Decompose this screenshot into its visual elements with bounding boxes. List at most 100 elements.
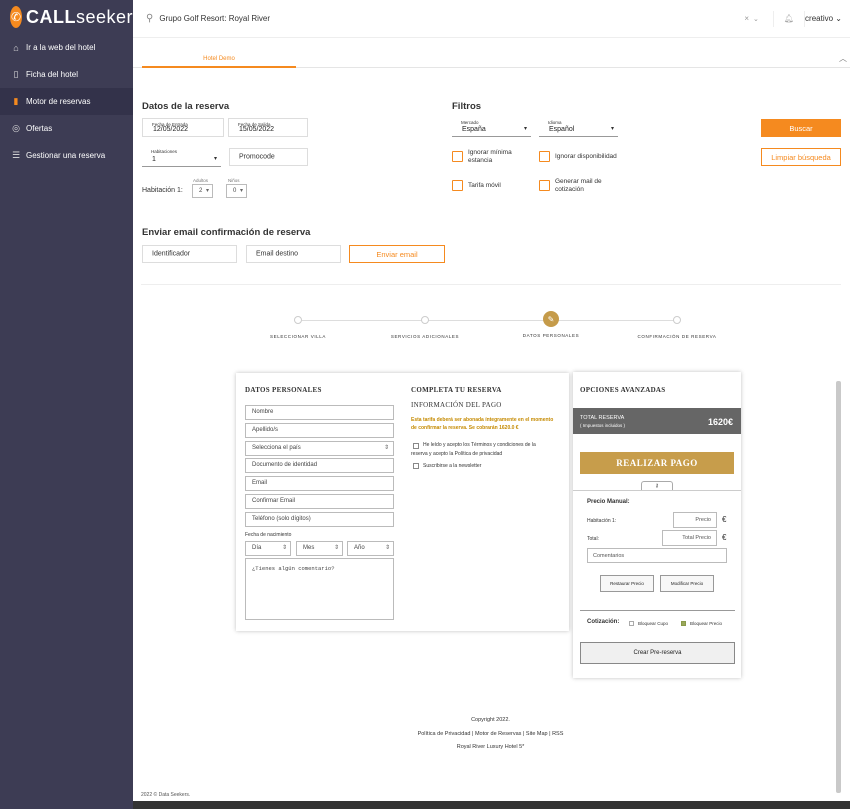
logo[interactable]: ✆ CALLseeker: [0, 0, 133, 34]
section-divider: [141, 284, 841, 285]
chevron-down-icon: ▾: [523, 126, 527, 132]
make-payment-button[interactable]: REALIZAR PAGO: [580, 452, 734, 474]
topbar: ⚲ Grupo Golf Resort: Royal River × ⌄ 🔔︎ …: [133, 0, 850, 38]
sort-arrows-icon: ⇕: [281, 545, 287, 551]
scrollbar[interactable]: [836, 381, 841, 793]
clear-icon[interactable]: ×: [744, 14, 749, 23]
sidebar-item-hotel-sheet[interactable]: ▯ Ficha del hotel: [0, 61, 133, 88]
block-price-checkbox[interactable]: [681, 621, 686, 626]
id-document-input[interactable]: Documento de identidad: [245, 458, 394, 473]
promocode-input[interactable]: Promocode: [229, 148, 308, 166]
send-email-button[interactable]: Enviar email: [349, 245, 445, 263]
restore-price-button[interactable]: Restaurar Precio: [600, 575, 654, 592]
chevron-down-icon: ▾: [610, 126, 614, 132]
terms-text-line1[interactable]: He leído y acepto los Términos y condici…: [423, 442, 536, 449]
year-value: Año: [354, 545, 365, 551]
booking-title: Datos de la reserva: [142, 101, 230, 112]
room-1-price-input[interactable]: Precio: [673, 512, 717, 528]
footer-links[interactable]: Política de Privacidad | Motor de Reserv…: [132, 731, 849, 737]
generate-quote-mail-label: Generar mail de cotización: [555, 178, 602, 193]
language-select[interactable]: Idioma Español ▾: [539, 117, 618, 136]
rooms-value: 1: [152, 156, 156, 163]
footer-copyright: Copyright 2022.: [471, 717, 510, 723]
comments-input[interactable]: Comentarios: [587, 548, 727, 563]
country-placeholder: Selecciona el país: [252, 445, 301, 451]
name-input[interactable]: Nombre: [245, 405, 394, 420]
room-1-label: Habitación 1:: [142, 187, 183, 194]
terms-text-line2[interactable]: reserva y acepto la Política de privacid…: [411, 451, 502, 458]
total-amount: 1620€: [707, 417, 733, 427]
step-select-villa: SELECCIONAR VILLA: [270, 334, 326, 339]
comment-textarea[interactable]: ¿Tienes algún comentario?: [245, 558, 394, 620]
sidebar-item-label: Motor de reservas: [26, 97, 91, 106]
birth-month-select[interactable]: Mes ⇕: [296, 541, 343, 556]
market-value: España: [462, 126, 486, 133]
logo-text-light: seeker: [75, 6, 133, 27]
checkin-field[interactable]: Fecha de Entrada 12/05/2022: [142, 118, 224, 137]
mobile-rate-checkbox[interactable]: [452, 180, 463, 191]
rooms-select[interactable]: Habitaciones 1 ▾: [142, 146, 221, 166]
user-name: creativo: [805, 14, 834, 23]
ignore-availability-checkbox[interactable]: [539, 151, 550, 162]
generate-quote-mail-checkbox[interactable]: [539, 180, 550, 191]
sidebar-item-manage-booking[interactable]: ☰ Gestionar una reserva: [0, 142, 133, 169]
modify-price-button[interactable]: Modificar Precio: [660, 575, 714, 592]
adults-label: Adultos: [193, 178, 209, 183]
adults-select[interactable]: 2 ▾: [192, 184, 213, 198]
sidebar-item-booking-engine[interactable]: ▮ Motor de reservas: [0, 88, 133, 115]
email-input[interactable]: Email: [245, 476, 394, 491]
quote-label: Cotización:: [587, 619, 620, 625]
payment-notice-line1: Esta tarifa deberá ser abonada íntegrame…: [411, 417, 554, 423]
user-menu[interactable]: creativo ⌄: [805, 14, 842, 23]
total-price-input[interactable]: Total Precio: [662, 530, 717, 546]
ignore-min-stay-checkbox[interactable]: [452, 151, 463, 162]
block-quota-checkbox[interactable]: [629, 621, 634, 626]
phone-input[interactable]: Teléfono (solo dígitos): [245, 512, 394, 527]
step-1-dot: [294, 316, 302, 324]
adults-value: 2: [199, 188, 203, 194]
terms-checkbox[interactable]: [413, 443, 419, 449]
step-personal-data: DATOS PERSONALES: [522, 333, 580, 338]
sidebar-item-label: Ir a la web del hotel: [26, 43, 96, 52]
step-confirmation: CONFIRMACIÓN DE RESERVA: [637, 334, 717, 339]
checkout-value: 15/05/2022: [239, 126, 275, 133]
logo-text-bold: CALL: [25, 6, 76, 27]
checkout-field[interactable]: Fecha de Salida 15/05/2022: [228, 118, 308, 137]
tag-icon: ◎: [12, 123, 20, 133]
sort-arrows-icon: ⇕: [383, 445, 389, 451]
newsletter-checkbox[interactable]: [413, 463, 419, 469]
sidebar-item-website[interactable]: ⌂ Ir a la web del hotel: [0, 34, 133, 61]
chevron-down-icon[interactable]: ⌄: [753, 15, 759, 23]
bottom-copyright: 2022 © Data Seekers.: [141, 792, 191, 798]
personal-data-title: DATOS PERSONALES: [245, 386, 322, 394]
kids-select[interactable]: 0 ▾: [226, 184, 247, 198]
sidebar-item-offers[interactable]: ◎ Ofertas: [0, 115, 133, 142]
bell-icon[interactable]: 🔔︎: [784, 14, 794, 23]
payment-notice-line2: de confirmar la reserva. Se cobrarán 162…: [411, 425, 519, 431]
dest-email-placeholder: Email destino: [256, 250, 299, 258]
search-button[interactable]: Buscar: [761, 119, 841, 137]
payment-info-title: INFORMACIÓN DEL PAGO: [411, 401, 502, 409]
advanced-options-title: OPCIONES AVANZADAS: [580, 386, 666, 394]
complete-booking-title: COMPLETA TU RESERVA: [411, 386, 502, 394]
hotel-search-input[interactable]: Grupo Golf Resort: Royal River: [159, 14, 744, 23]
birth-year-select[interactable]: Año ⇕: [347, 541, 394, 556]
step-2-dot: [421, 316, 429, 324]
confirm-email-input[interactable]: Confirmar Email: [245, 494, 394, 509]
bottom-bar: [133, 801, 850, 809]
sidebar-item-label: Ofertas: [26, 124, 53, 133]
sort-arrows-icon: ⇕: [333, 545, 339, 551]
chevron-up-icon[interactable]: ︿: [839, 53, 847, 64]
market-select[interactable]: Mercado España ▾: [452, 117, 531, 136]
surname-input[interactable]: Apellido/s: [245, 423, 394, 438]
country-select[interactable]: Selecciona el país ⇕: [245, 441, 394, 456]
checkin-value: 12/05/2022: [153, 126, 189, 133]
tab-hotel-demo[interactable]: Hotel Demo: [142, 50, 296, 68]
identifier-input[interactable]: Identificador: [142, 245, 237, 263]
clear-search-button[interactable]: Limpiar búsqueda: [761, 148, 841, 166]
bar-chart-icon: ▮: [13, 96, 19, 106]
dest-email-input[interactable]: Email destino: [246, 245, 341, 263]
birth-day-select[interactable]: Día ⇕: [245, 541, 291, 556]
create-pre-booking-button[interactable]: Crear Pre-reserva: [580, 642, 735, 664]
manual-price-label: Precio Manual:: [587, 499, 630, 505]
